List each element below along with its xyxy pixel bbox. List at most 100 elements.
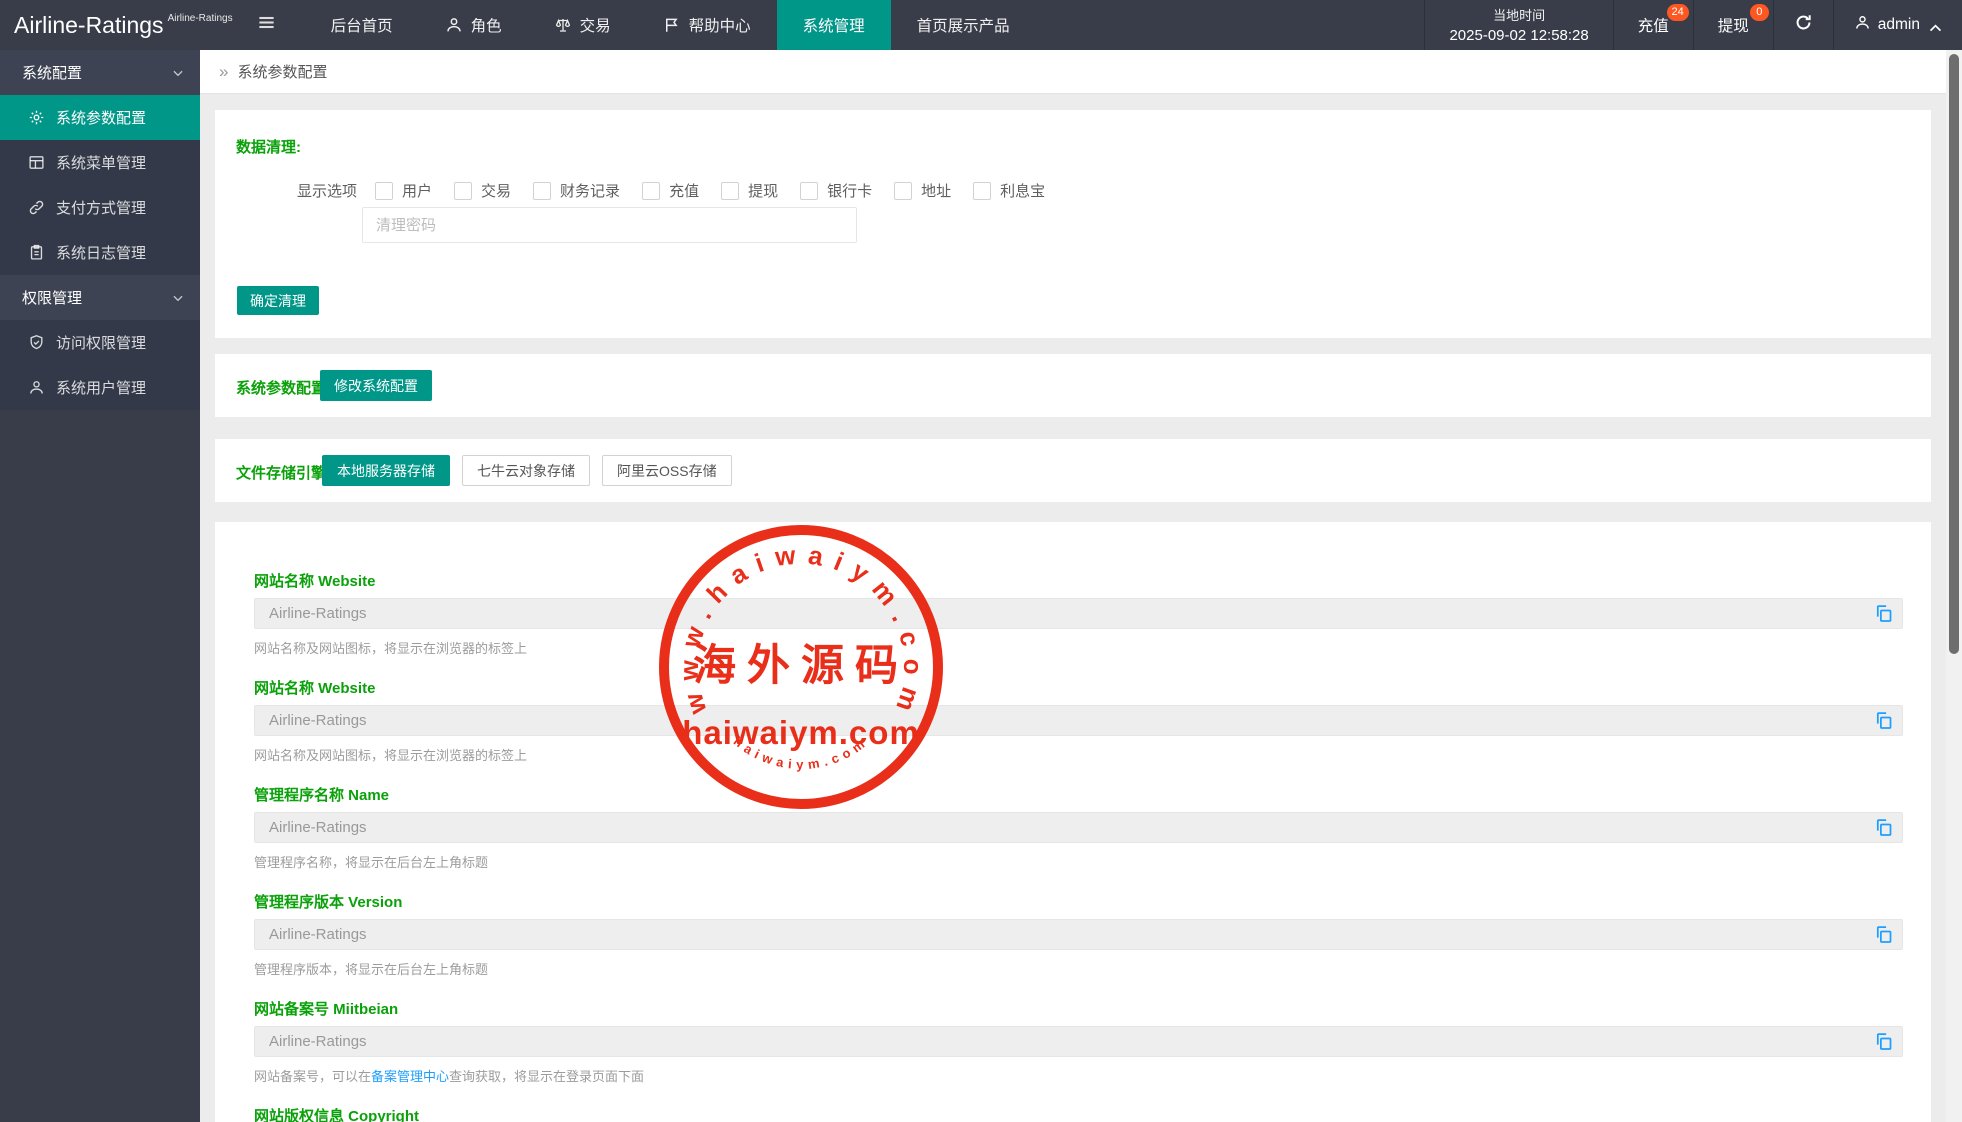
scrollbar-thumb[interactable] [1949,54,1959,654]
sidebar-item-menu-management[interactable]: 系统菜单管理 [0,140,200,185]
refresh-button[interactable] [1773,0,1833,50]
field-label: 管理程序版本 Version [254,891,1903,912]
chevron-down-icon [171,291,185,305]
modify-system-config-button[interactable]: 修改系统配置 [320,370,432,401]
field-label: 网站名称 Website [254,570,1903,591]
admin-version-input[interactable] [254,919,1903,950]
copy-icon[interactable] [1873,603,1894,624]
field-hint: 网站备案号，可以在备案管理中心查询获取，将显示在登录页面下面 [254,1066,1903,1082]
checkbox[interactable] [721,182,739,200]
user-menu[interactable]: admin [1833,0,1962,50]
option-trade: 交易 [454,180,511,201]
field-label: 管理程序名称 Name [254,784,1903,805]
copy-icon[interactable] [1873,1031,1894,1052]
icp-number-input[interactable] [254,1026,1903,1057]
chevron-up-icon [1927,20,1940,33]
hint-text: 查询获取，将显示在登录页面下面 [449,1069,644,1084]
sidebar-section-permissions[interactable]: 权限管理 [0,275,200,320]
storage-engine-card: 文件存储引擎: 本地服务器存储 七牛云对象存储 阿里云OSS存储 [215,439,1931,502]
sidebar-section-label: 权限管理 [22,287,82,308]
breadcrumb-chevrons-icon: » [219,62,228,82]
field-copyright: 网站版权信息 Copyright [254,1105,1903,1122]
sidebar-item-system-params[interactable]: 系统参数配置 [0,95,200,140]
option-withdraw: 提现 [721,180,778,201]
option-recharge: 充值 [642,180,699,201]
field-hint: 网站名称及网站图标，将显示在浏览器的标签上 [254,638,1903,654]
field-website-name-2: 网站名称 Website 网站名称及网站图标，将显示在浏览器的标签上 [254,677,1903,761]
clean-password-input[interactable] [362,207,857,243]
data-clean-card: 数据清理: 显示选项 用户 交易 财务记录 充值 提现 银行卡 地址 利息宝 确… [215,110,1931,338]
sidebar: 系统配置 系统参数配置 系统菜单管理 支付方式管理 系统日志管理 权限管理 [0,50,200,1122]
recharge-button[interactable]: 充值 24 [1613,0,1693,50]
sidebar-section-system-config[interactable]: 系统配置 [0,50,200,95]
copy-icon[interactable] [1873,924,1894,945]
sidebar-item-payment-methods[interactable]: 支付方式管理 [0,185,200,230]
app-logo-superscript: Airline-Ratings [168,13,233,24]
sidebar-item-system-logs[interactable]: 系统日志管理 [0,230,200,275]
system-param-label: 系统参数配置: [236,377,331,398]
nav-item-trade[interactable]: 交易 [528,0,637,50]
navbar-right: 当地时间 2025-09-02 12:58:28 充值 24 提现 0 admi… [1424,0,1962,50]
field-website-name-1: 网站名称 Website 网站名称及网站图标，将显示在浏览器的标签上 [254,570,1903,654]
nav-item-roles[interactable]: 角色 [419,0,528,50]
checkbox[interactable] [533,182,551,200]
option-label: 充值 [669,180,699,201]
top-navbar: Airline-Ratings Airline-Ratings 后台首页 角色 … [0,0,1962,50]
field-admin-version: 管理程序版本 Version 管理程序版本，将显示在后台左上角标题 [254,891,1903,975]
website-name-input[interactable] [254,598,1903,629]
checkbox[interactable] [375,182,393,200]
copy-icon[interactable] [1873,817,1894,838]
storage-engine-label: 文件存储引擎: [236,462,331,483]
admin-name-input[interactable] [254,812,1903,843]
checkbox[interactable] [454,182,472,200]
nav-item-homepage-products[interactable]: 首页展示产品 [891,0,1036,50]
sidebar-item-label: 系统用户管理 [56,377,146,398]
nav-item-dashboard[interactable]: 后台首页 [305,0,419,50]
nav-item-system-management[interactable]: 系统管理 [777,0,891,50]
option-label: 银行卡 [827,180,872,201]
hint-text: 网站备案号，可以在 [254,1069,371,1084]
checkbox[interactable] [894,182,912,200]
breadcrumb: » 系统参数配置 [200,50,1946,94]
icp-center-link[interactable]: 备案管理中心 [371,1069,449,1084]
local-time-value: 2025-09-02 12:58:28 [1449,27,1588,44]
withdraw-button[interactable]: 提现 0 [1693,0,1773,50]
confirm-clean-button[interactable]: 确定清理 [237,286,319,315]
data-clean-options-row: 显示选项 用户 交易 财务记录 充值 提现 银行卡 地址 利息宝 [297,180,1045,201]
chevron-down-icon [171,66,185,80]
field-hint: 管理程序版本，将显示在后台左上角标题 [254,959,1903,975]
nav-item-label: 后台首页 [331,14,393,36]
link-icon [28,199,45,216]
option-label: 交易 [481,180,511,201]
user-icon [1854,14,1871,36]
checkbox[interactable] [800,182,818,200]
storage-qiniu-button[interactable]: 七牛云对象存储 [462,455,590,486]
local-time-label: 当地时间 [1493,6,1545,26]
refresh-icon [1794,13,1813,37]
checkbox[interactable] [642,182,660,200]
withdraw-label: 提现 [1718,14,1749,36]
app-logo[interactable]: Airline-Ratings Airline-Ratings [0,0,243,50]
gear-icon [28,109,45,126]
page-scrollbar[interactable] [1946,50,1962,1122]
storage-aliyun-oss-button[interactable]: 阿里云OSS存储 [602,455,732,486]
field-admin-name: 管理程序名称 Name 管理程序名称，将显示在后台左上角标题 [254,784,1903,868]
withdraw-badge: 0 [1750,4,1769,21]
window-layout-icon [28,154,45,171]
copy-icon[interactable] [1873,710,1894,731]
sidebar-toggle-button[interactable] [243,0,291,50]
field-label: 网站备案号 Miitbeian [254,998,1903,1019]
flag-icon [663,16,681,34]
checkbox[interactable] [973,182,991,200]
app-logo-text: Airline-Ratings [14,12,164,39]
website-name-input[interactable] [254,705,1903,736]
person-icon [445,16,463,34]
main-menu: 后台首页 角色 交易 帮助中心 系统管理 首页展示产品 [305,0,1036,50]
option-label: 用户 [402,180,432,201]
nav-item-help-center[interactable]: 帮助中心 [637,0,777,50]
storage-local-button[interactable]: 本地服务器存储 [322,455,450,486]
field-hint: 网站名称及网站图标，将显示在浏览器的标签上 [254,745,1903,761]
sidebar-item-access-permissions[interactable]: 访问权限管理 [0,320,200,365]
option-user: 用户 [375,180,432,201]
sidebar-item-system-users[interactable]: 系统用户管理 [0,365,200,410]
